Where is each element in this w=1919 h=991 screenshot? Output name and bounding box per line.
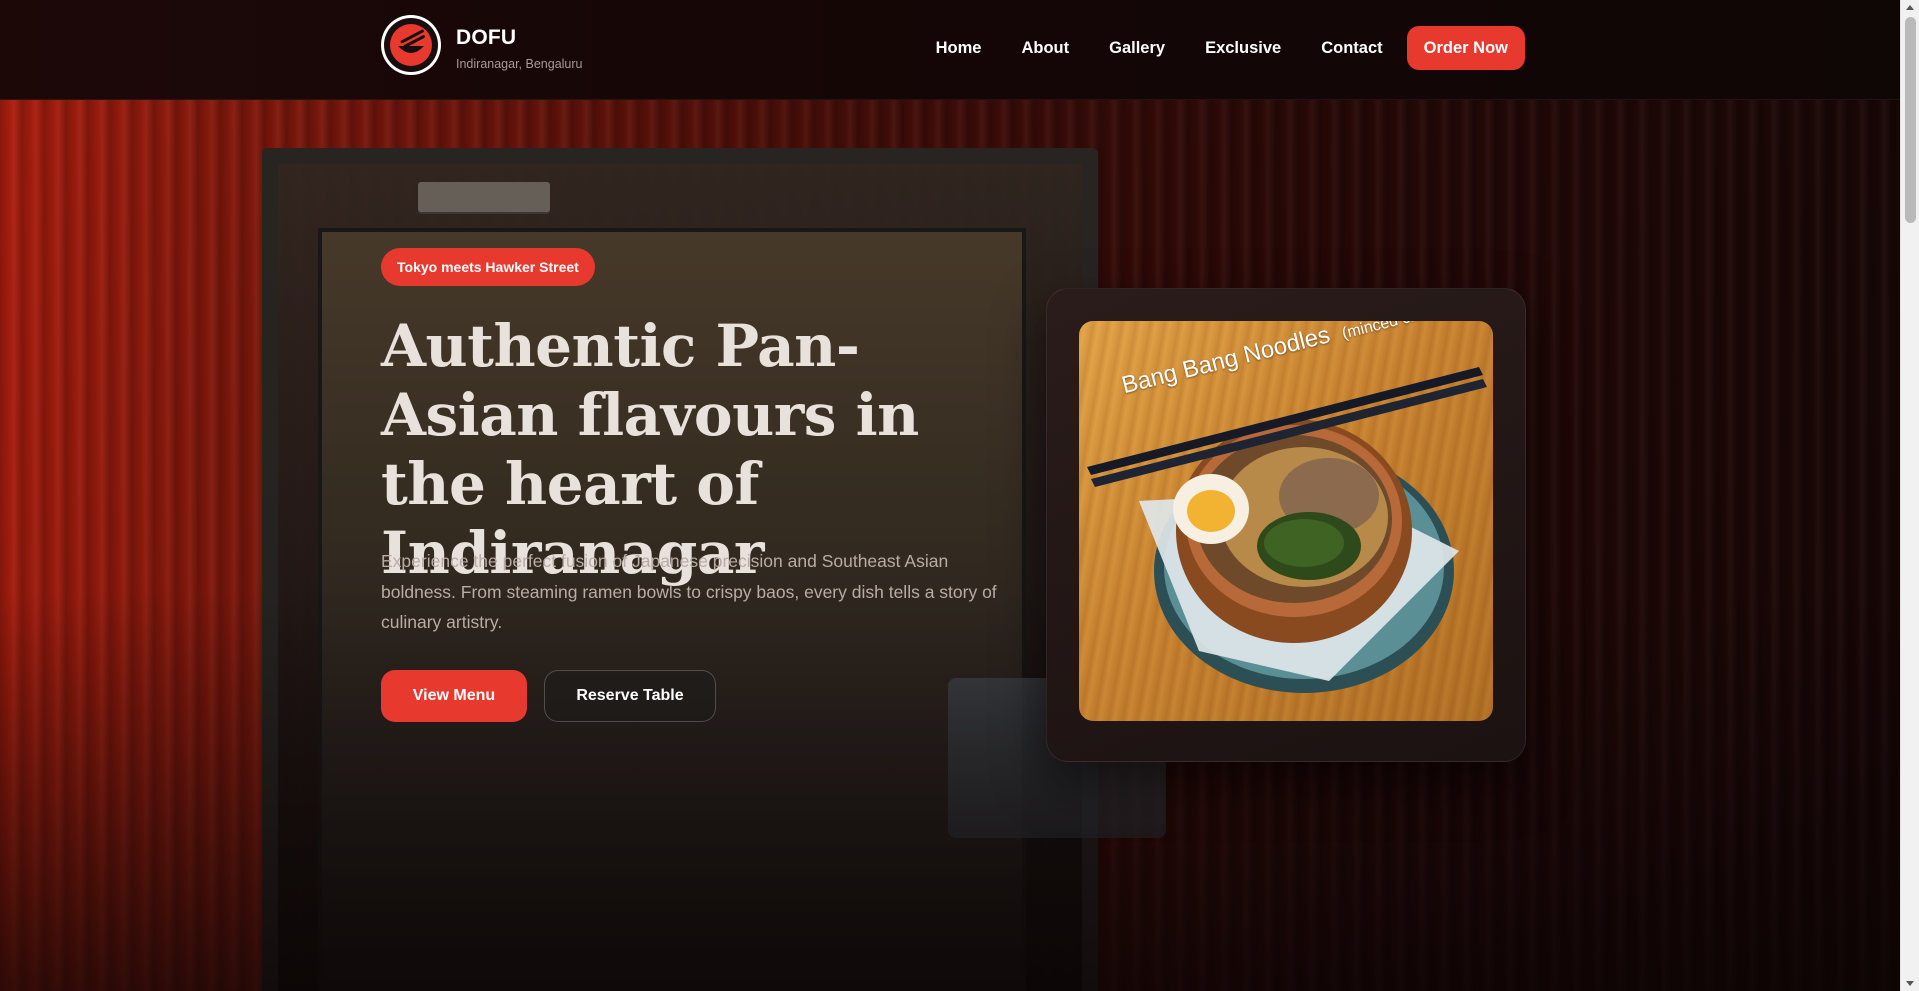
view-menu-button[interactable]: View Menu xyxy=(381,670,527,722)
nav-contact[interactable]: Contact xyxy=(1321,39,1382,58)
main-nav: Home About Gallery Exclusive Contact Ord… xyxy=(936,26,1525,70)
dish-photo: Bang Bang Noodles (minced chicken) xyxy=(1079,321,1493,721)
hero-tag-badge: Tokyo meets Hawker Street xyxy=(381,248,595,286)
site-header: DOFU Indiranagar, Bengaluru Home About G… xyxy=(0,0,1900,100)
scroll-up-arrow-icon[interactable] xyxy=(1906,5,1914,10)
featured-dish-card: Bang Bang Noodles (minced chicken) xyxy=(1046,288,1526,762)
page-scrollbar[interactable] xyxy=(1900,0,1919,991)
reserve-table-button[interactable]: Reserve Table xyxy=(544,670,716,722)
nav-gallery[interactable]: Gallery xyxy=(1109,39,1165,58)
order-now-button[interactable]: Order Now xyxy=(1406,26,1525,70)
chopsticks-bowl-logo-icon xyxy=(390,24,432,66)
nav-exclusive[interactable]: Exclusive xyxy=(1205,39,1281,58)
logo-icon[interactable] xyxy=(381,15,441,75)
scrollbar-thumb[interactable] xyxy=(1905,17,1916,223)
brand-name[interactable]: DOFU xyxy=(456,26,516,50)
nav-about[interactable]: About xyxy=(1021,39,1069,58)
hero-description: Experience the perfect fusion of Japanes… xyxy=(381,551,997,632)
brand-location: Indiranagar, Bengaluru xyxy=(456,57,583,71)
scroll-down-arrow-icon[interactable] xyxy=(1906,981,1914,986)
nav-home[interactable]: Home xyxy=(936,39,982,58)
